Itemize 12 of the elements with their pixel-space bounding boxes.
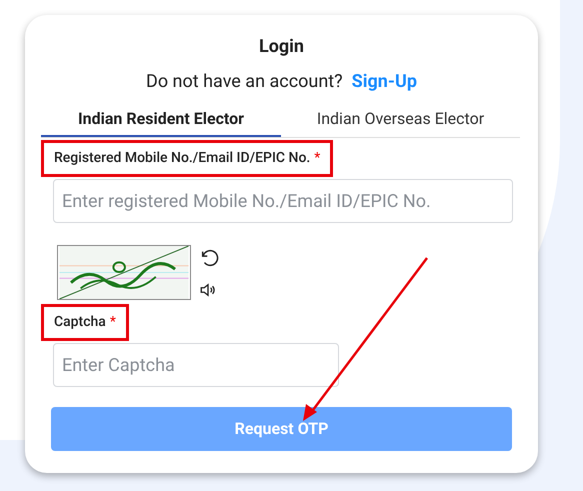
tab[interactable]: Indian Resident Elector: [41, 103, 281, 137]
required-mark: *: [110, 313, 116, 332]
tab[interactable]: Indian Overseas Elector: [281, 103, 520, 137]
field-label: Captcha: [54, 313, 106, 332]
field-label: Registered Mobile No./Email ID/EPIC No.: [54, 149, 310, 168]
card-title: Login: [258, 35, 304, 59]
refresh-icon[interactable]: [199, 247, 221, 269]
required-mark: *: [314, 149, 320, 168]
signup-prompt: Do not have an account?: [146, 70, 343, 94]
input-field[interactable]: Enter registered Mobile No./Email ID/EPIC No.: [53, 179, 513, 223]
speaker-icon[interactable]: [199, 281, 217, 299]
captcha-field[interactable]: Enter Captcha: [53, 343, 339, 387]
